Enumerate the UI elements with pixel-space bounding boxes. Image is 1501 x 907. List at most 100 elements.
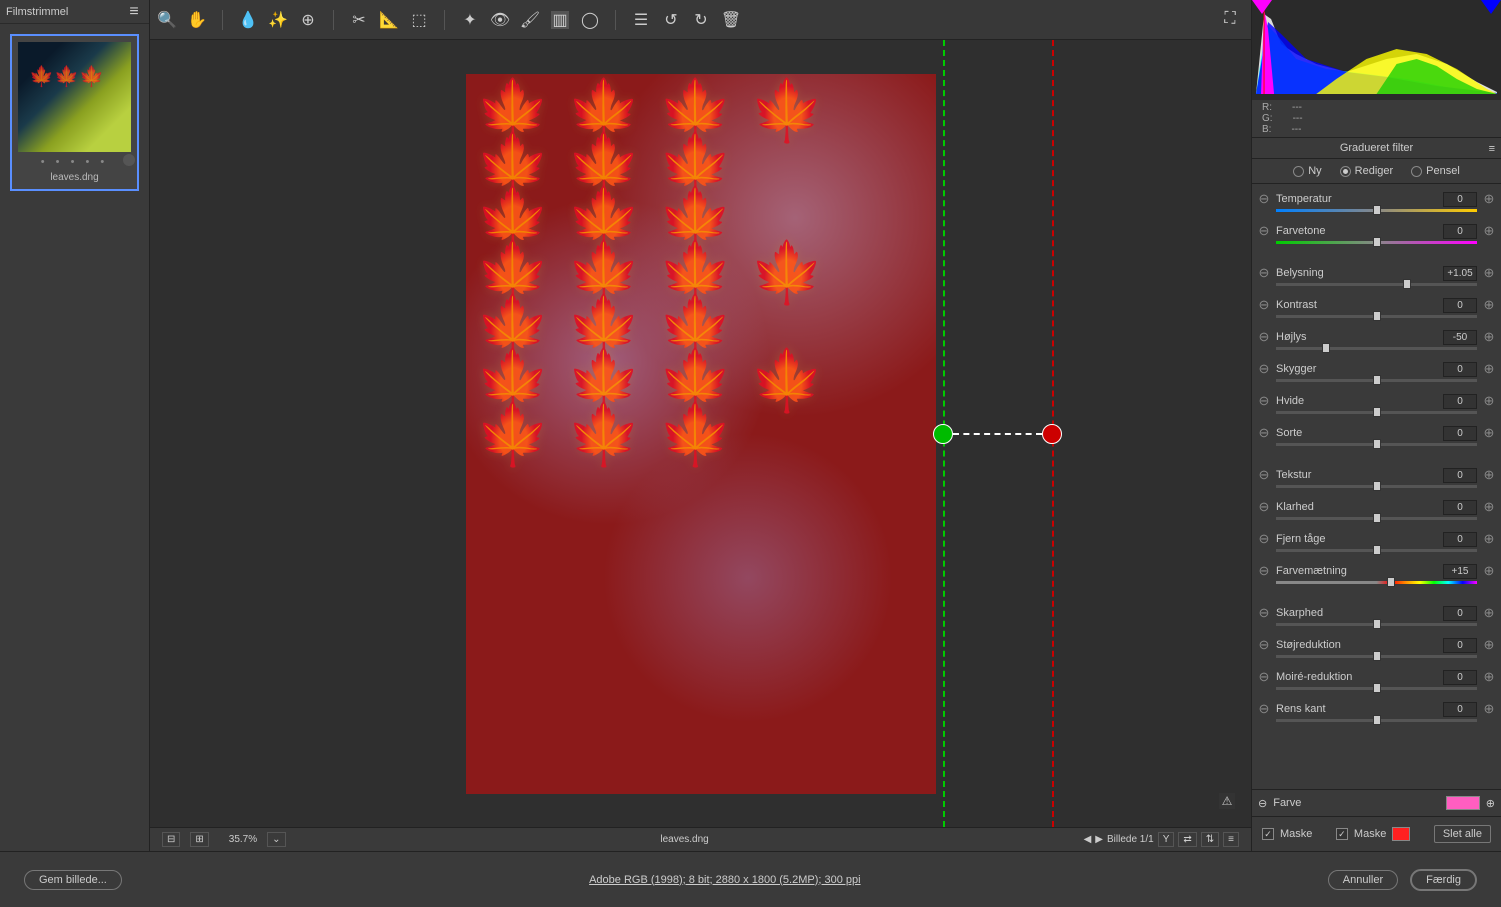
texture-slider[interactable] [1276,485,1477,488]
histogram[interactable] [1252,0,1501,100]
clear-all-button[interactable]: Slet alle [1434,825,1491,843]
moire-value[interactable]: 0 [1443,670,1477,685]
zoom-dropdown-icon[interactable]: ⌄ [267,832,285,847]
color-swatch[interactable] [1446,796,1480,810]
blacks-plus-icon[interactable]: ⊕ [1483,425,1495,441]
grid-plus-icon[interactable]: ⊞ [190,832,208,847]
contrast-minus-icon[interactable]: ⊖ [1258,297,1270,313]
tint-minus-icon[interactable]: ⊖ [1258,223,1270,239]
tint-value[interactable]: 0 [1443,224,1477,239]
zoom-level[interactable]: 35.7% [229,834,257,845]
dehaze-value[interactable]: 0 [1443,532,1477,547]
swap-icon[interactable]: ⇄ [1178,832,1196,847]
dehaze-plus-icon[interactable]: ⊕ [1483,531,1495,547]
tint-plus-icon[interactable]: ⊕ [1483,223,1495,239]
color-minus-icon[interactable]: ⊖ [1258,797,1267,810]
mode-brush[interactable]: Pensel [1411,165,1460,177]
hand-icon[interactable]: ✋ [188,11,206,29]
red-eye-icon[interactable]: 👁 [491,11,509,29]
white-balance-icon[interactable]: 💧 [239,11,257,29]
mask-checkbox-2[interactable] [1336,828,1348,840]
prev-image-icon[interactable]: ◀ [1084,834,1092,845]
whites-slider[interactable] [1276,411,1477,414]
shadows-slider[interactable] [1276,379,1477,382]
saturation-plus-icon[interactable]: ⊕ [1483,563,1495,579]
tint-slider[interactable] [1276,241,1477,244]
settings-icon-bottom[interactable]: ≡ [1223,832,1239,847]
filmstrip-thumbnail[interactable]: • • • • • leaves.dng [10,34,139,191]
straighten-icon[interactable]: 📐 [380,11,398,29]
defringe-slider[interactable] [1276,719,1477,722]
sharpness-slider[interactable] [1276,623,1477,626]
saturation-slider[interactable] [1276,581,1477,584]
before-after-icon[interactable]: Y [1158,832,1175,847]
noise-plus-icon[interactable]: ⊕ [1483,637,1495,653]
temp-slider[interactable] [1276,209,1477,212]
texture-value[interactable]: 0 [1443,468,1477,483]
exposure-minus-icon[interactable]: ⊖ [1258,265,1270,281]
shadows-value[interactable]: 0 [1443,362,1477,377]
mode-edit[interactable]: Rediger [1340,165,1394,177]
defringe-minus-icon[interactable]: ⊖ [1258,701,1270,717]
trash-icon[interactable]: 🗑 [722,11,740,29]
temp-minus-icon[interactable]: ⊖ [1258,191,1270,207]
gradient-handle-end[interactable] [1042,424,1062,444]
panel-menu-icon[interactable]: ≡ [1489,143,1495,155]
moire-slider[interactable] [1276,687,1477,690]
canvas-area[interactable]: 🍁 🍁 🍁 🍁🍁 🍁 🍁 🍁 🍁 🍁🍁 🍁 🍁 🍁 🍁 🍁 🍁🍁 🍁 🍁 🍁 🍁… [150,40,1251,827]
thumb-rating[interactable]: • • • • • [18,156,131,168]
rotate-ccw-icon[interactable]: ↺ [662,11,680,29]
graduated-filter-icon[interactable]: ▥ [551,11,569,29]
sharpness-minus-icon[interactable]: ⊖ [1258,605,1270,621]
blacks-minus-icon[interactable]: ⊖ [1258,425,1270,441]
defringe-value[interactable]: 0 [1443,702,1477,717]
next-image-icon[interactable]: ▶ [1095,834,1103,845]
warning-icon[interactable]: ⚠ [1219,793,1235,809]
contrast-plus-icon[interactable]: ⊕ [1483,297,1495,313]
save-image-button[interactable]: Gem billede... [24,870,122,890]
graduated-filter-overlay[interactable] [150,40,1251,827]
noise-value[interactable]: 0 [1443,638,1477,653]
dehaze-minus-icon[interactable]: ⊖ [1258,531,1270,547]
filmstrip-menu-icon[interactable]: ≡ [125,3,143,21]
temp-plus-icon[interactable]: ⊕ [1483,191,1495,207]
defringe-plus-icon[interactable]: ⊕ [1483,701,1495,717]
contrast-slider[interactable] [1276,315,1477,318]
done-button[interactable]: Færdig [1410,869,1477,891]
exposure-slider[interactable] [1276,283,1477,286]
fullscreen-icon[interactable]: ⛶ [1221,10,1239,28]
clarity-minus-icon[interactable]: ⊖ [1258,499,1270,515]
clarity-plus-icon[interactable]: ⊕ [1483,499,1495,515]
adjustment-brush-icon[interactable]: 🖌 [521,11,539,29]
mask-checkbox-1[interactable] [1262,828,1274,840]
zoom-icon[interactable]: 🔍 [158,11,176,29]
highlights-value[interactable]: -50 [1443,330,1477,345]
presets-icon[interactable]: ☰ [632,11,650,29]
moire-plus-icon[interactable]: ⊕ [1483,669,1495,685]
blacks-value[interactable]: 0 [1443,426,1477,441]
temp-value[interactable]: 0 [1443,192,1477,207]
sharpness-value[interactable]: 0 [1443,606,1477,621]
whites-minus-icon[interactable]: ⊖ [1258,393,1270,409]
noise-slider[interactable] [1276,655,1477,658]
clarity-slider[interactable] [1276,517,1477,520]
image-info-link[interactable]: Adobe RGB (1998); 8 bit; 2880 x 1800 (5.… [589,874,861,886]
contrast-value[interactable]: 0 [1443,298,1477,313]
target-adjustment-icon[interactable]: ⊕ [299,11,317,29]
exposure-plus-icon[interactable]: ⊕ [1483,265,1495,281]
texture-plus-icon[interactable]: ⊕ [1483,467,1495,483]
texture-minus-icon[interactable]: ⊖ [1258,467,1270,483]
transform-icon[interactable]: ⬚ [410,11,428,29]
saturation-minus-icon[interactable]: ⊖ [1258,563,1270,579]
gradient-handle-start[interactable] [933,424,953,444]
highlights-slider[interactable] [1276,347,1477,350]
noise-minus-icon[interactable]: ⊖ [1258,637,1270,653]
whites-value[interactable]: 0 [1443,394,1477,409]
copy-settings-icon[interactable]: ⇅ [1201,832,1219,847]
sharpness-plus-icon[interactable]: ⊕ [1483,605,1495,621]
crop-icon[interactable]: ✂ [350,11,368,29]
saturation-value[interactable]: +15 [1443,564,1477,579]
moire-minus-icon[interactable]: ⊖ [1258,669,1270,685]
highlight-clip-icon[interactable] [1481,0,1501,14]
mask-color-swatch[interactable] [1392,827,1410,841]
